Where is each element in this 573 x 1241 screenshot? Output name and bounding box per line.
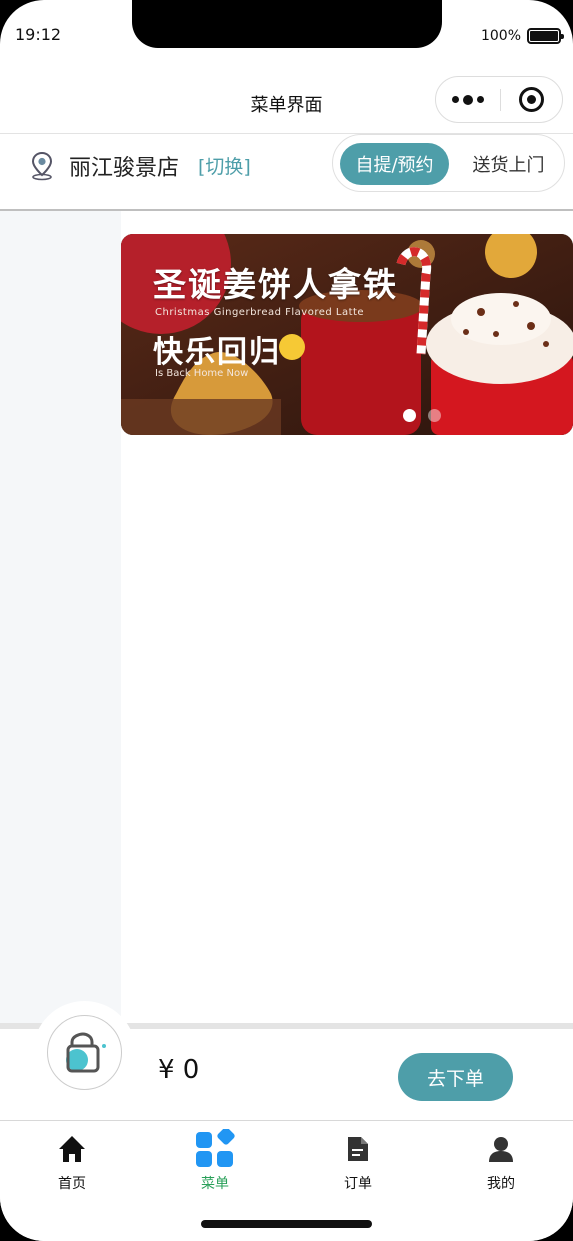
user-icon (481, 1129, 521, 1169)
delivery-mode-toggle: 自提/预约 送货上门 (332, 134, 565, 192)
carousel-dot[interactable] (428, 409, 441, 422)
tab-orders-label: 订单 (344, 1176, 372, 1192)
cart-button[interactable] (33, 1001, 136, 1104)
carousel-dot-active[interactable] (403, 409, 416, 422)
store-name: 丽江骏景店 (69, 156, 180, 181)
category-sidebar[interactable] (0, 211, 121, 1023)
status-time: 19:12 (15, 25, 62, 44)
location-pin-icon (31, 151, 53, 181)
tab-menu-label: 菜单 (201, 1176, 229, 1192)
mini-program-capsule (435, 76, 563, 123)
banner-subtitle: Christmas Gingerbread Flavored Latte (155, 307, 365, 318)
tab-home[interactable]: 首页 (27, 1129, 117, 1193)
navigation-bar: 菜单界面 (0, 72, 573, 134)
battery-icon (527, 28, 564, 44)
cart-total: ¥ 0 (158, 1055, 200, 1085)
pickup-mode-option[interactable]: 自提/预约 (340, 143, 449, 185)
home-icon (52, 1129, 92, 1169)
tab-profile[interactable]: 我的 (456, 1129, 546, 1193)
status-battery: 100% (480, 28, 564, 44)
menu-grid-icon (195, 1129, 235, 1169)
banner-title-secondary: 快乐回归 (153, 335, 281, 370)
battery-percent: 100% (480, 28, 521, 44)
tab-orders[interactable]: 订单 (313, 1129, 403, 1193)
order-document-icon (338, 1129, 378, 1169)
close-mini-program-icon[interactable] (501, 77, 562, 122)
banner-subtitle-secondary: Is Back Home Now (155, 368, 249, 379)
checkout-button[interactable]: 去下单 (398, 1053, 513, 1101)
home-indicator (201, 1220, 372, 1228)
tab-home-label: 首页 (58, 1176, 86, 1192)
star-eyes-emoji-icon (279, 334, 305, 360)
switch-store-link[interactable]: [切换] (198, 152, 251, 179)
delivery-mode-option[interactable]: 送货上门 (457, 143, 560, 185)
store-selector-bar: 丽江骏景店 [切换] 自提/预约 送货上门 (0, 133, 573, 211)
camera-notch (132, 0, 442, 48)
tab-profile-label: 我的 (487, 1176, 515, 1192)
phone-screen: 19:12 100% 菜单界面 丽江骏景店 [切换] 自提/预约 送货上门 圣诞… (0, 0, 573, 1241)
promo-banner[interactable]: 圣诞姜饼人拿铁 Christmas Gingerbread Flavored L… (121, 234, 573, 435)
banner-title: 圣诞姜饼人拿铁 (153, 265, 398, 304)
more-options-icon[interactable] (436, 77, 500, 122)
shopping-bag-icon[interactable] (47, 1015, 122, 1090)
tab-menu[interactable]: 菜单 (170, 1129, 260, 1193)
